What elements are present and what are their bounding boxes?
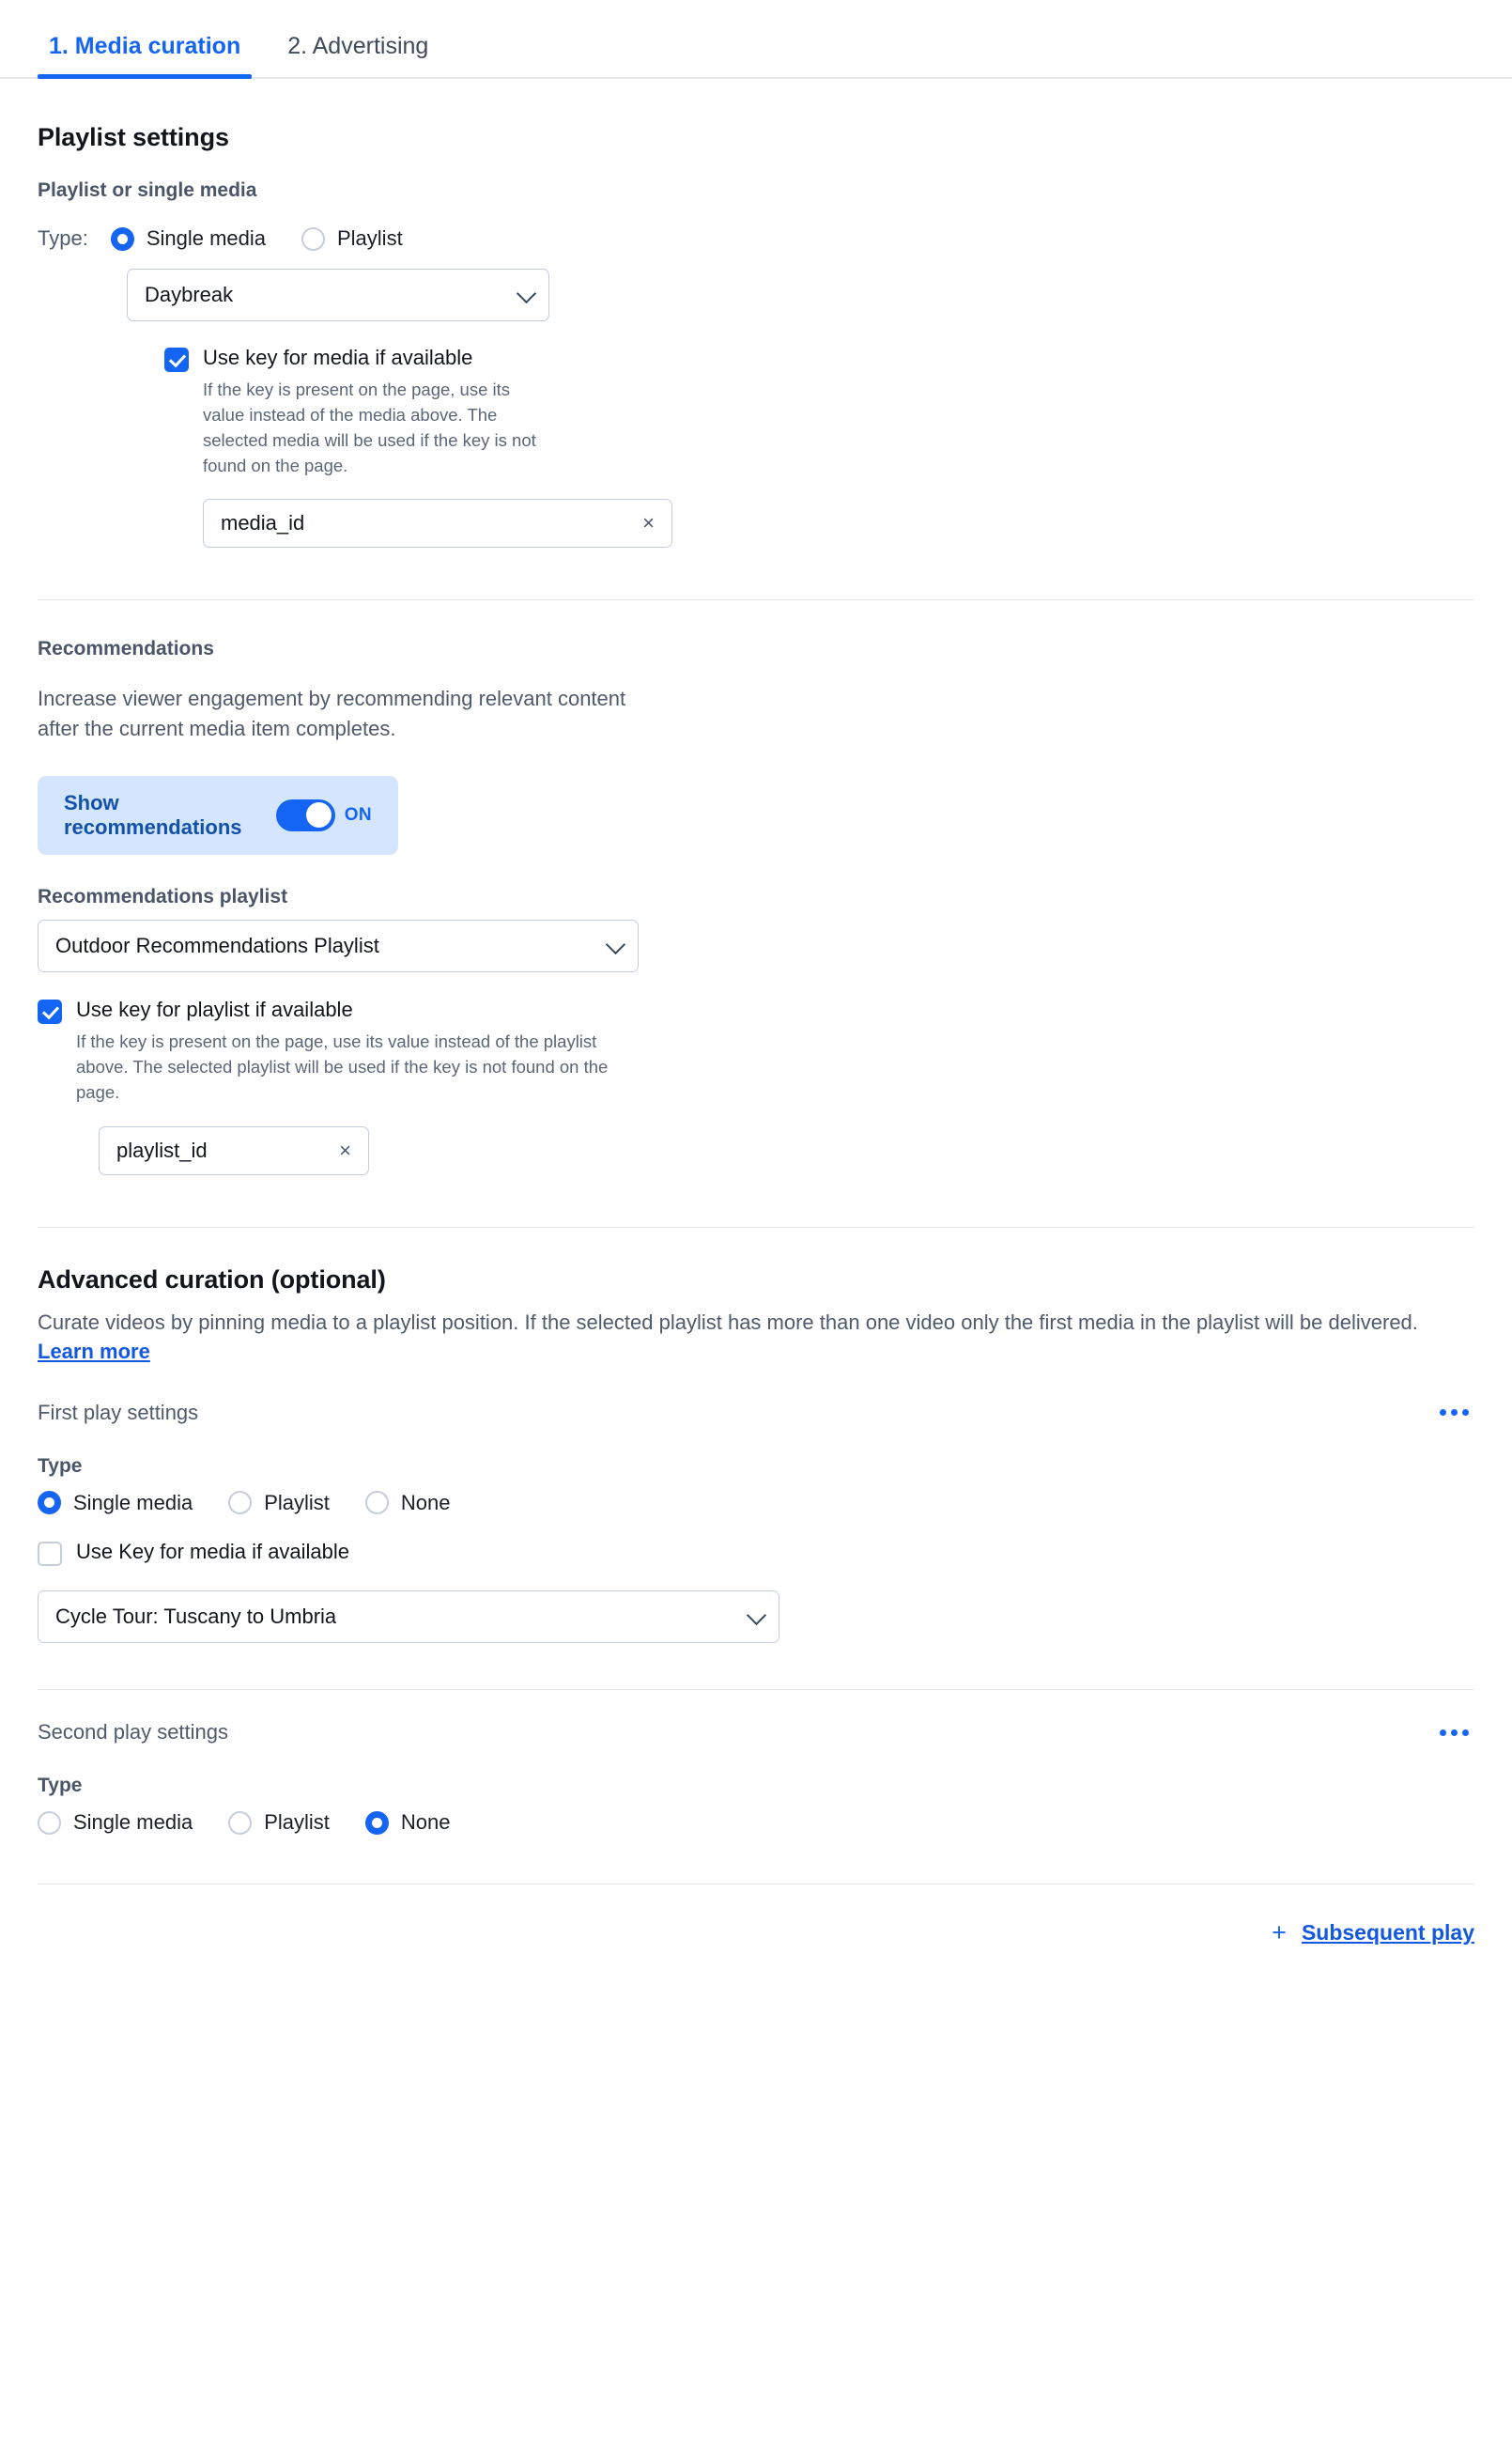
tab-media-curation-label: 1. Media curation	[49, 33, 241, 59]
show-recommendations-label: Show recommendations	[64, 790, 242, 839]
recommendations-heading: Recommendations	[38, 638, 214, 660]
second-play-radio-label-playlist: Playlist	[264, 1810, 330, 1835]
second-play-type-label: Type	[38, 1775, 83, 1797]
second-play-settings-section: Second play settings Type Single media P…	[0, 1720, 1512, 1835]
second-play-radio-label-single-media: Single media	[73, 1810, 193, 1835]
first-play-use-key-checkbox[interactable]	[38, 1541, 62, 1566]
radio-label-single-media: Single media	[146, 226, 266, 250]
playlist-key-value: playlist_id	[116, 1139, 208, 1163]
first-play-radio-label-none: None	[400, 1490, 451, 1514]
second-play-radio-label-none: None	[400, 1810, 451, 1835]
use-key-for-playlist-label: Use key for playlist if available	[76, 997, 353, 1021]
second-play-type-radio-group: Single media Playlist None	[38, 1810, 1474, 1835]
second-play-radio-none[interactable]: None	[364, 1810, 451, 1835]
first-play-settings-header: First play settings	[38, 1401, 1474, 1425]
chevron-down-icon	[746, 1605, 767, 1626]
tab-bar: 1. Media curation 2. Advertising	[0, 0, 1512, 79]
first-play-media-select[interactable]: Cycle Tour: Tuscany to Umbria	[38, 1590, 779, 1644]
radio-indicator-single-media[interactable]	[38, 1810, 61, 1835]
use-key-for-playlist-checkbox[interactable]	[38, 999, 62, 1024]
radio-indicator-none[interactable]	[364, 1491, 389, 1515]
use-key-for-media-checkbox-row[interactable]: Use key for media if available If the ke…	[164, 346, 1474, 478]
recommendations-playlist-select[interactable]: Outdoor Recommendations Playlist	[38, 919, 639, 972]
second-play-radio-single-media[interactable]: Single media	[38, 1810, 193, 1835]
media-key-field[interactable]: media_id ×	[203, 499, 672, 549]
use-key-for-playlist-help: If the key is present on the page, use i…	[76, 1031, 609, 1103]
toggle-state-label: ON	[344, 804, 372, 825]
chevron-down-icon	[516, 283, 537, 304]
radio-indicator-playlist[interactable]	[301, 226, 325, 251]
first-play-use-key-label: Use Key for media if available	[76, 1539, 350, 1563]
learn-more-link[interactable]: Learn more	[38, 1340, 150, 1363]
playlist-settings-section: Playlist settings Playlist or single med…	[0, 123, 1512, 549]
first-play-type-label: Type	[38, 1454, 83, 1477]
use-key-for-playlist-checkbox-row[interactable]: Use key for playlist if available If the…	[38, 998, 1474, 1105]
media-key-value: media_id	[221, 511, 305, 535]
type-lead-label: Type:	[38, 226, 88, 250]
use-key-for-media-checkbox[interactable]	[164, 348, 189, 372]
media-curation-panel: 1. Media curation 2. Advertising Playlis…	[0, 0, 1512, 2450]
recommendations-playlist-label: Recommendations playlist	[38, 885, 288, 907]
recommendations-description: Increase viewer engagement by recommendi…	[38, 687, 626, 740]
first-play-radio-none[interactable]: None	[364, 1490, 451, 1515]
tab-media-curation[interactable]: 1. Media curation	[38, 33, 253, 79]
radio-indicator-playlist[interactable]	[228, 1810, 253, 1835]
playlist-type-radio-group: Type: Single media Playlist	[38, 226, 1474, 251]
first-play-radio-playlist[interactable]: Playlist	[228, 1491, 330, 1515]
first-play-radio-label-single-media: Single media	[73, 1490, 193, 1514]
page-title: Playlist settings	[38, 123, 229, 151]
radio-option-single-media[interactable]: Single media	[110, 226, 266, 251]
second-play-ellipsis-icon[interactable]	[1434, 1722, 1474, 1744]
radio-option-playlist[interactable]: Playlist	[301, 226, 403, 251]
use-key-for-media-help: If the key is present on the page, use i…	[203, 380, 536, 476]
use-key-for-media-label: Use key for media if available	[203, 346, 473, 369]
advanced-curation-heading: Advanced curation (optional)	[38, 1265, 386, 1295]
divider-3	[38, 1689, 1474, 1691]
divider-1	[38, 599, 1474, 601]
radio-indicator-single-media[interactable]	[110, 226, 134, 251]
toggle-knob	[305, 802, 332, 829]
show-recommendations-toggle[interactable]	[275, 799, 335, 831]
first-play-settings-title: First play settings	[38, 1400, 199, 1424]
playlist-or-single-media-label: Playlist or single media	[38, 179, 257, 201]
footer-actions: + Subsequent play	[0, 1920, 1512, 1946]
second-play-settings-header: Second play settings	[38, 1720, 1474, 1744]
first-play-use-key-checkbox-row[interactable]: Use Key for media if available	[38, 1539, 1474, 1566]
divider-2	[38, 1227, 1474, 1229]
first-play-radio-single-media[interactable]: Single media	[38, 1491, 193, 1515]
first-play-type-radio-group: Single media Playlist None	[38, 1491, 1474, 1515]
first-play-ellipsis-icon[interactable]	[1434, 1402, 1474, 1423]
add-subsequent-play-link[interactable]: Subsequent play	[1302, 1920, 1474, 1946]
clear-playlist-key-icon[interactable]: ×	[335, 1139, 355, 1163]
second-play-settings-title: Second play settings	[38, 1720, 229, 1744]
first-play-media-select-value: Cycle Tour: Tuscany to Umbria	[55, 1605, 337, 1629]
tab-advertising[interactable]: 2. Advertising	[276, 33, 440, 77]
tab-advertising-label: 2. Advertising	[287, 33, 429, 59]
radio-label-playlist: Playlist	[337, 226, 403, 250]
radio-indicator-playlist[interactable]	[228, 1491, 253, 1515]
media-select-value: Daybreak	[145, 283, 234, 306]
radio-indicator-none[interactable]	[364, 1810, 389, 1835]
chevron-down-icon	[605, 934, 626, 954]
clear-media-key-icon[interactable]: ×	[639, 511, 658, 535]
playlist-key-field[interactable]: playlist_id ×	[99, 1126, 369, 1176]
add-icon: +	[1272, 1918, 1287, 1947]
recommendations-section: Recommendations Increase viewer engageme…	[0, 638, 1512, 1176]
radio-indicator-single-media[interactable]	[38, 1491, 61, 1515]
media-select[interactable]: Daybreak	[127, 269, 549, 321]
first-play-radio-label-playlist: Playlist	[264, 1490, 330, 1514]
show-recommendations-banner[interactable]: Show recommendations ON	[38, 775, 398, 855]
advanced-curation-section: Advanced curation (optional) Curate vide…	[0, 1265, 1512, 1644]
recommendations-playlist-value: Outdoor Recommendations Playlist	[55, 933, 379, 957]
second-play-radio-playlist[interactable]: Playlist	[228, 1810, 330, 1835]
advanced-curation-description: Curate videos by pinning media to a play…	[38, 1308, 1446, 1366]
advanced-curation-description-text: Curate videos by pinning media to a play…	[38, 1310, 1418, 1335]
